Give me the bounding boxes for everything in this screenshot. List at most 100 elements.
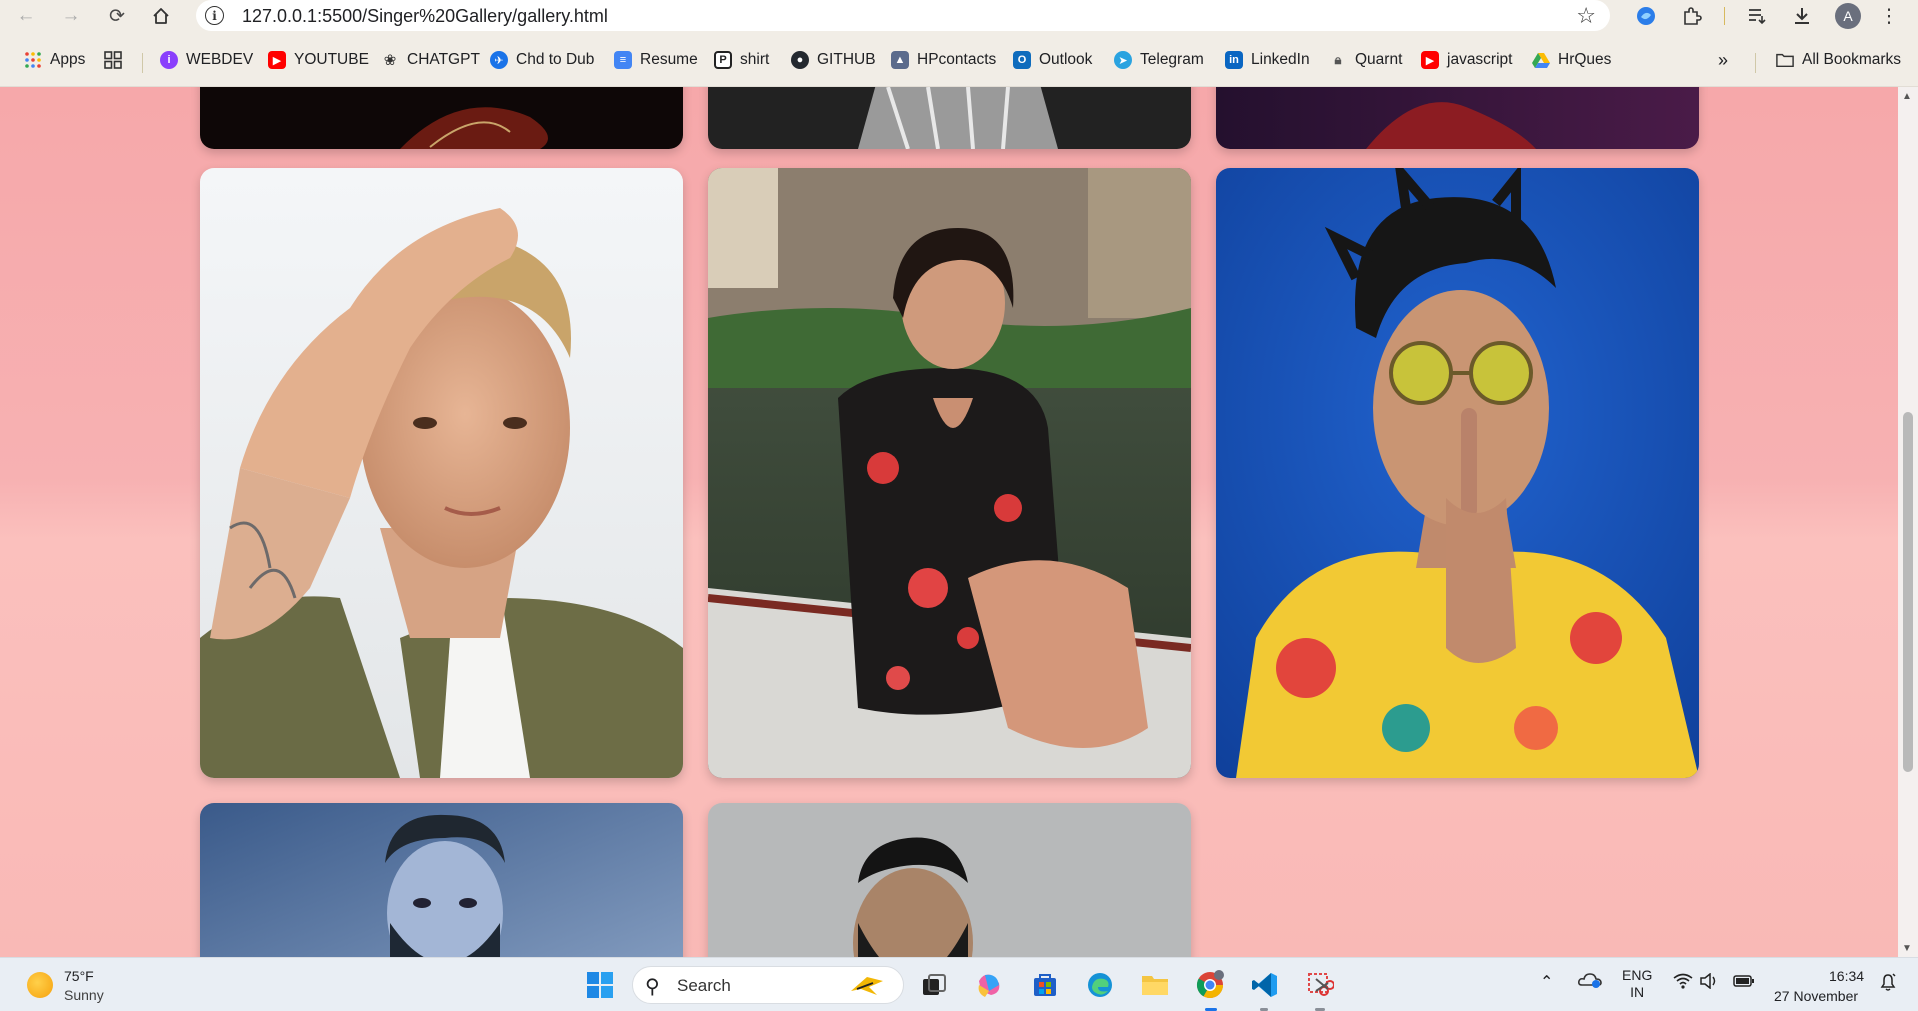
- scroll-up-arrow-icon[interactable]: ▲: [1902, 91, 1912, 102]
- more-bookmarks-chevron-icon[interactable]: »: [1718, 49, 1728, 71]
- sunny-weather-icon[interactable]: [27, 972, 53, 998]
- gallery-photo[interactable]: [200, 803, 683, 957]
- tab-groups-icon: [104, 51, 122, 69]
- bookmark-webdev[interactable]: i WEBDEV: [160, 49, 253, 71]
- hp-icon: ▲: [891, 51, 909, 69]
- bookmarks-divider: [142, 53, 143, 73]
- bookmark-label: Chd to Dub: [516, 51, 595, 68]
- weather-temperature[interactable]: 75°F: [64, 968, 94, 984]
- folder-icon: [1776, 51, 1794, 69]
- wifi-icon[interactable]: [1673, 973, 1693, 992]
- bookmark-youtube[interactable]: ▶ YOUTUBE: [268, 49, 369, 71]
- search-icon: ⚲: [645, 976, 660, 998]
- gallery-photo[interactable]: [708, 803, 1191, 957]
- bookmark-label: HrQues: [1558, 51, 1612, 68]
- edge-browser-icon[interactable]: [1083, 968, 1117, 1002]
- github-icon: ●: [791, 51, 809, 69]
- back-arrow-icon[interactable]: ←: [14, 4, 38, 28]
- linkedin-icon: in: [1225, 51, 1243, 69]
- all-bookmarks-button[interactable]: All Bookmarks: [1776, 49, 1901, 71]
- file-explorer-icon[interactable]: [1138, 968, 1172, 1002]
- downloads-icon[interactable]: [1789, 3, 1815, 29]
- bookmark-github[interactable]: ● GITHUB: [791, 49, 876, 71]
- search-highlight-icon: [851, 977, 883, 995]
- browser-toolbar: ← → ⟳ i 127.0.0.1:5500/Singer%20Gallery/…: [0, 0, 1918, 31]
- vscode-icon[interactable]: [1248, 968, 1282, 1002]
- bookmark-label: LinkedIn: [1251, 51, 1310, 68]
- chrome-menu-icon[interactable]: ⋮: [1876, 3, 1902, 29]
- gallery-photo[interactable]: [708, 87, 1191, 149]
- address-bar[interactable]: i 127.0.0.1:5500/Singer%20Gallery/galler…: [196, 0, 1610, 31]
- url-text[interactable]: 127.0.0.1:5500/Singer%20Gallery/gallery.…: [242, 6, 608, 27]
- bookmark-label: HPcontacts: [917, 51, 997, 68]
- bookmarks-divider: [1755, 53, 1756, 73]
- bookmark-hrques[interactable]: HrQues: [1532, 49, 1611, 71]
- home-icon[interactable]: [149, 4, 173, 28]
- bookmark-label: javascript: [1447, 51, 1513, 68]
- telegram-icon: ➤: [1114, 51, 1132, 69]
- bookmark-label: CHATGPT: [407, 51, 480, 68]
- reading-list-icon[interactable]: [1744, 3, 1770, 29]
- bookmark-telegram[interactable]: ➤ Telegram: [1114, 49, 1204, 71]
- volume-icon[interactable]: [1699, 972, 1719, 992]
- chrome-browser-icon[interactable]: [1193, 968, 1227, 1002]
- battery-icon[interactable]: [1733, 973, 1755, 992]
- plane-icon: ✈: [490, 51, 508, 69]
- extensions-puzzle-icon[interactable]: [1679, 3, 1705, 29]
- bookmark-apps[interactable]: Apps: [24, 49, 85, 71]
- onedrive-icon[interactable]: [1578, 970, 1602, 993]
- shirt-icon: P: [714, 51, 732, 69]
- gallery-photo[interactable]: [1216, 168, 1699, 778]
- bookmark-hpcontacts[interactable]: ▲ HPcontacts: [891, 49, 996, 71]
- bookmark-chd-to-dub[interactable]: ✈ Chd to Dub: [490, 49, 594, 71]
- region-code: IN: [1630, 984, 1645, 1000]
- toolbar-divider: [1724, 7, 1725, 25]
- bookmark-label: Resume: [640, 51, 698, 68]
- task-view-icon[interactable]: [917, 968, 951, 1002]
- tray-overflow-chevron-icon[interactable]: ⌃: [1540, 972, 1553, 992]
- gallery-photo[interactable]: [200, 168, 683, 778]
- tab-groups-button[interactable]: [104, 49, 122, 71]
- bookmark-label: WEBDEV: [186, 51, 254, 68]
- bookmark-chatgpt[interactable]: ❀ CHATGPT: [381, 49, 480, 71]
- bookmarks-bar: Apps i WEBDEV ▶ YOUTUBE ❀ CHATGPT ✈ Chd …: [0, 31, 1918, 87]
- bookmark-label: YOUTUBE: [294, 51, 369, 68]
- bookmark-star-icon[interactable]: ☆: [1576, 3, 1596, 29]
- site-info-icon[interactable]: i: [205, 6, 224, 25]
- snipping-tool-icon[interactable]: [1303, 968, 1337, 1002]
- youtube-icon: ▶: [268, 51, 286, 69]
- page-scrollbar[interactable]: ▲ ▼: [1898, 87, 1918, 957]
- taskbar-search-box[interactable]: ⚲ Search: [632, 966, 904, 1004]
- bookmark-linkedin[interactable]: in LinkedIn: [1225, 49, 1310, 71]
- outlook-icon: O: [1013, 51, 1031, 69]
- notifications-bell-icon[interactable]: [1878, 972, 1898, 995]
- clock-date[interactable]: 27 November: [1774, 988, 1858, 1004]
- bookmark-javascript[interactable]: ▶ javascript: [1421, 49, 1512, 71]
- microsoft-store-icon[interactable]: [1028, 968, 1062, 1002]
- apps-grid-icon: [24, 51, 42, 69]
- bookmark-label: Outlook: [1039, 51, 1093, 68]
- scroll-down-arrow-icon[interactable]: ▼: [1902, 943, 1912, 954]
- profile-avatar[interactable]: A: [1835, 3, 1861, 29]
- webdev-icon: i: [160, 51, 178, 69]
- bookmark-resume[interactable]: ≡ Resume: [614, 49, 698, 71]
- drive-icon: [1532, 51, 1550, 69]
- bookmark-shirt[interactable]: P shirt: [714, 49, 769, 71]
- bookmark-quarnt[interactable]: 🔒︎ Quarnt: [1329, 49, 1403, 71]
- gallery-photo[interactable]: [200, 87, 683, 149]
- weather-description[interactable]: Sunny: [64, 987, 104, 1003]
- gallery-photo[interactable]: [1216, 87, 1699, 149]
- scroll-thumb[interactable]: [1903, 412, 1913, 772]
- forward-arrow-icon[interactable]: →: [59, 4, 83, 28]
- bookmark-outlook[interactable]: O Outlook: [1013, 49, 1092, 71]
- gallery-photo[interactable]: [708, 168, 1191, 778]
- reload-icon[interactable]: ⟳: [105, 4, 129, 28]
- clock-time[interactable]: 16:34: [1829, 968, 1864, 984]
- copilot-icon[interactable]: [972, 968, 1006, 1002]
- language-indicator[interactable]: ENG IN: [1622, 967, 1652, 1001]
- bookmark-label: GITHUB: [817, 51, 876, 68]
- gallery-page: [0, 87, 1898, 957]
- windows-start-icon[interactable]: [583, 968, 617, 1002]
- youtube-icon: ▶: [1421, 51, 1439, 69]
- copilot-extension-icon[interactable]: [1633, 3, 1659, 29]
